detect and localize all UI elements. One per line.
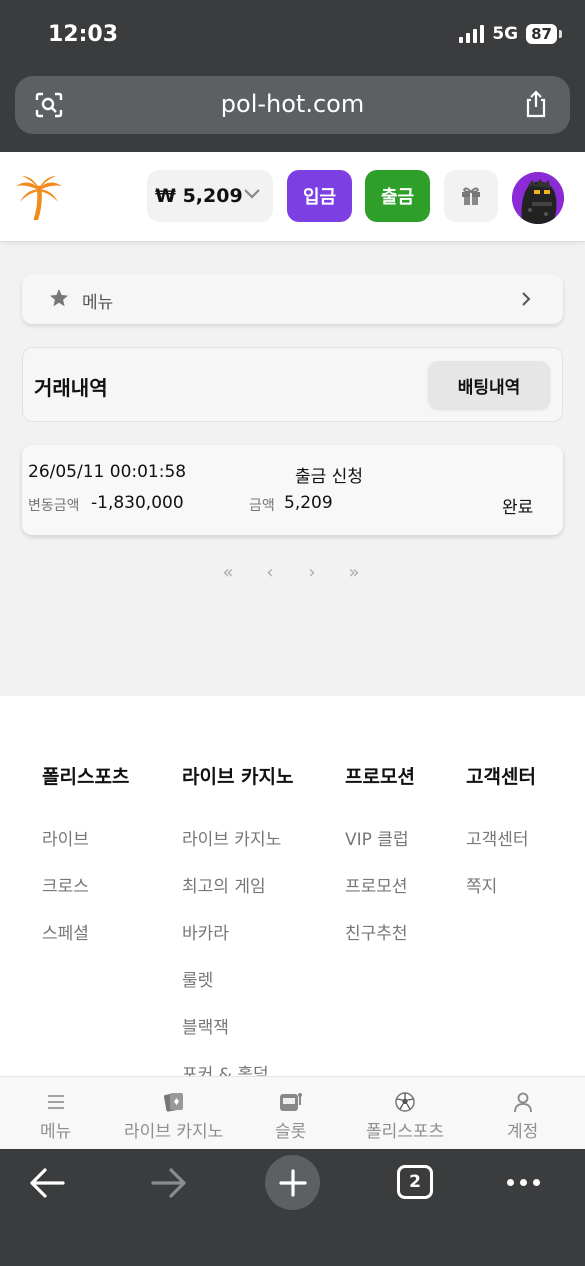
footer-link[interactable]: 라이브 카지노 <box>182 825 294 872</box>
browser-address-area: pol-hot.com <box>0 70 585 152</box>
more-options-icon[interactable] <box>507 1179 540 1186</box>
withdraw-button[interactable]: 출금 <box>365 170 430 222</box>
balance-dropdown[interactable]: ₩ 5,209 <box>147 170 273 222</box>
menu-toggle-bar[interactable]: 메뉴 <box>22 274 563 324</box>
transaction-datetime: 26/05/11 00:01:58 <box>28 462 187 482</box>
footer-link[interactable]: 쪽지 <box>466 872 536 919</box>
footer-link[interactable]: 룰렛 <box>182 966 294 1013</box>
footer-link[interactable]: 라이브 <box>42 825 129 872</box>
amount-label: 금액 <box>249 498 275 514</box>
transaction-history-header: 거래내역 배팅내역 <box>22 347 563 422</box>
avatar[interactable] <box>512 172 564 224</box>
transaction-row: 26/05/11 00:01:58 출금 신청 변동금액 -1,830,000 … <box>22 445 563 535</box>
nav-item-menu[interactable]: 메뉴 <box>40 1089 71 1142</box>
signal-icon <box>459 25 485 43</box>
footer-link[interactable]: 스페셜 <box>42 919 129 966</box>
footer-column-promotion: 프로모션 VIP 클럽 프로모션 친구추천 <box>345 762 415 966</box>
plus-icon <box>278 1168 307 1197</box>
footer-heading: 라이브 카지노 <box>182 766 294 788</box>
last-page-button[interactable]: » <box>344 562 364 583</box>
status-bar: 12:03 5G 87 <box>0 0 585 70</box>
chevron-right-icon <box>522 292 531 306</box>
balance-value: ₩ 5,209 <box>155 185 243 207</box>
nav-label: 계정 <box>507 1122 539 1142</box>
pagination: « ‹ › » <box>218 562 364 583</box>
footer-link[interactable]: 고객센터 <box>466 825 536 872</box>
transaction-type: 출금 신청 <box>295 467 363 487</box>
cards-icon <box>163 1093 183 1112</box>
star-icon <box>50 289 68 307</box>
nav-label: 폴리스포츠 <box>366 1122 445 1142</box>
forward-arrow-icon[interactable] <box>150 1166 188 1200</box>
change-amount-label: 변동금액 <box>28 498 80 514</box>
change-amount-value: -1,830,000 <box>91 493 184 513</box>
back-arrow-icon[interactable] <box>28 1166 66 1200</box>
transaction-status: 완료 <box>502 498 534 518</box>
footer-link[interactable]: 바카라 <box>182 919 294 966</box>
soccer-ball-icon <box>395 1092 415 1112</box>
chevron-down-icon <box>244 189 260 199</box>
menu-label: 메뉴 <box>82 293 114 313</box>
user-icon <box>513 1092 532 1113</box>
url-text: pol-hot.com <box>220 90 365 118</box>
footer-heading: 프로모션 <box>345 766 415 788</box>
site-footer: 폴리스포츠 라이브 크로스 스페셜 라이브 카지노 라이브 카지노 최고의 게임… <box>0 696 585 1076</box>
page-title: 거래내역 <box>34 376 108 400</box>
footer-column-live-casino: 라이브 카지노 라이브 카지노 최고의 게임 바카라 룰렛 블랙잭 포커 & 홀… <box>182 762 294 1076</box>
gift-button[interactable] <box>444 170 498 222</box>
amount-value: 5,209 <box>284 493 333 513</box>
address-bar[interactable]: pol-hot.com <box>15 76 570 134</box>
footer-column-sports: 폴리스포츠 라이브 크로스 스페셜 <box>42 762 129 966</box>
status-time: 12:03 <box>48 22 119 47</box>
first-page-button[interactable]: « <box>218 562 238 583</box>
avatar-monster-icon <box>512 172 564 224</box>
battery-icon: 87 <box>526 24 562 44</box>
new-tab-button[interactable] <box>265 1155 320 1210</box>
footer-link[interactable]: 친구추천 <box>345 919 415 966</box>
nav-item-sports[interactable]: 폴리스포츠 <box>366 1089 444 1142</box>
footer-heading: 폴리스포츠 <box>42 766 130 788</box>
footer-column-support: 고객센터 고객센터 쪽지 <box>466 762 536 919</box>
footer-link[interactable]: 블랙잭 <box>182 1013 294 1060</box>
nav-label: 슬롯 <box>275 1122 307 1142</box>
prev-page-button[interactable]: ‹ <box>260 562 280 583</box>
footer-link[interactable]: 크로스 <box>42 872 129 919</box>
footer-link[interactable]: 포커 & 홀덤 <box>182 1060 294 1076</box>
network-type: 5G <box>492 24 519 44</box>
next-page-button[interactable]: › <box>302 562 322 583</box>
site-header: ₩ 5,209 입금 출금 <box>0 152 585 242</box>
footer-heading: 고객센터 <box>466 766 536 788</box>
menu-icon <box>47 1095 64 1109</box>
gift-icon <box>462 187 480 205</box>
nav-label: 라이브 카지노 <box>124 1122 224 1142</box>
footer-link[interactable]: 프로모션 <box>345 872 415 919</box>
bottom-navigation: 메뉴 라이브 카지노 슬롯 폴리스포츠 계정 <box>0 1076 585 1149</box>
deposit-button[interactable]: 입금 <box>287 170 352 222</box>
nav-item-account[interactable]: 계정 <box>507 1089 538 1142</box>
betting-history-button[interactable]: 배팅내역 <box>428 361 550 409</box>
footer-link[interactable]: VIP 클럽 <box>345 825 415 872</box>
status-indicators: 5G 87 <box>459 24 562 44</box>
nav-label: 메뉴 <box>40 1122 72 1142</box>
slot-machine-icon <box>279 1093 302 1111</box>
footer-link[interactable]: 최고의 게임 <box>182 872 294 919</box>
nav-item-slots[interactable]: 슬롯 <box>275 1089 306 1142</box>
tab-switcher-button[interactable]: 2 <box>397 1165 433 1199</box>
share-icon[interactable] <box>524 90 548 118</box>
browser-toolbar: 2 <box>0 1149 585 1266</box>
palm-tree-logo[interactable] <box>14 174 64 220</box>
nav-item-live-casino[interactable]: 라이브 카지노 <box>124 1089 223 1142</box>
